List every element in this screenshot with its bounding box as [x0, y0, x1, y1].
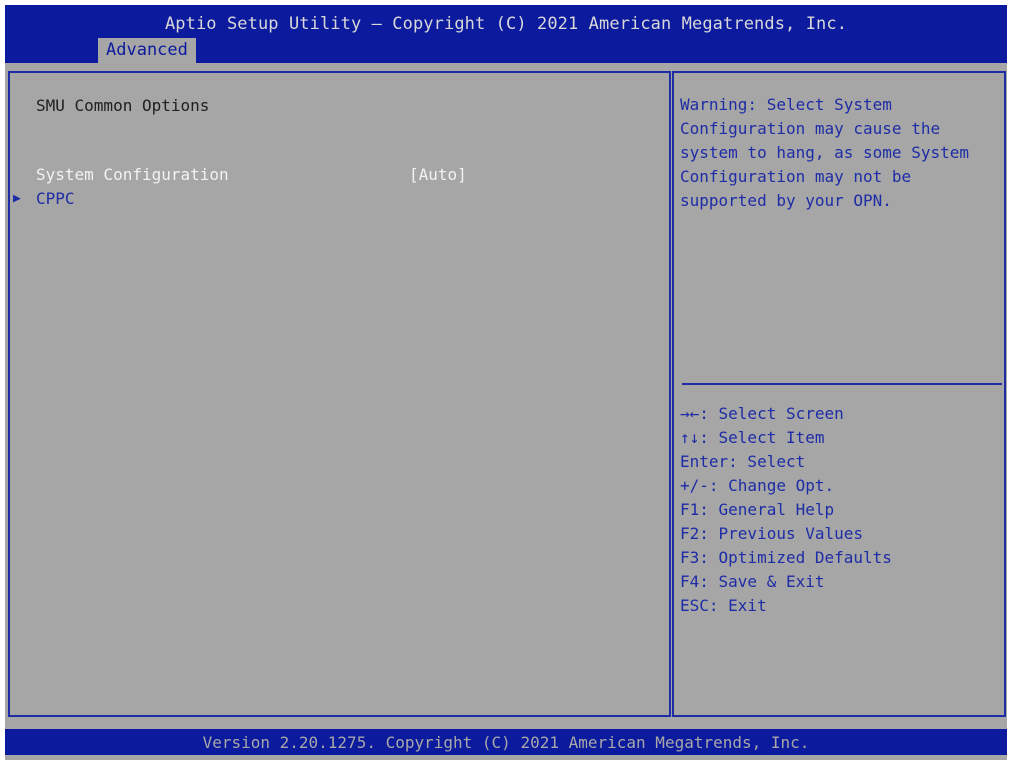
- key-hint-change-opt: +/-: Change Opt.: [680, 476, 835, 495]
- tab-advanced[interactable]: Advanced: [98, 38, 196, 63]
- help-line: supported by your OPN.: [680, 191, 892, 210]
- footer-bar: Version 2.20.1275. Copyright (C) 2021 Am…: [5, 729, 1007, 755]
- help-panel: Warning: Select System Configuration may…: [672, 71, 1006, 717]
- key-hint-select-item: ↑↓: Select Item: [680, 428, 825, 447]
- version-text: Version 2.20.1275. Copyright (C) 2021 Am…: [202, 733, 810, 752]
- help-line: Configuration may not be: [680, 167, 912, 186]
- submenu-label: CPPC: [36, 189, 75, 208]
- main-options-panel: SMU Common Options System Configuration …: [8, 71, 671, 717]
- option-value[interactable]: [Auto]: [409, 164, 467, 186]
- key-hint-f4: F4: Save & Exit: [680, 572, 825, 591]
- help-line: Warning: Select System: [680, 95, 892, 114]
- section-title: SMU Common Options: [36, 96, 210, 115]
- option-label: System Configuration: [36, 165, 229, 184]
- key-hint-select-screen: →←: Select Screen: [680, 404, 844, 423]
- submenu-arrow-icon: ▶: [13, 191, 21, 206]
- key-hint-f2: F2: Previous Values: [680, 524, 864, 543]
- help-divider: [682, 383, 1002, 385]
- help-line: Configuration may cause the: [680, 119, 941, 138]
- help-text: Warning: Select System Configuration may…: [680, 93, 1000, 213]
- key-hint-f3: F3: Optimized Defaults: [680, 548, 892, 567]
- app-title: Aptio Setup Utility – Copyright (C) 2021…: [164, 14, 848, 34]
- submenu-row-cppc[interactable]: ▶ CPPC: [10, 188, 665, 210]
- option-row-system-configuration[interactable]: System Configuration [Auto]: [10, 164, 665, 186]
- key-hint-f1: F1: General Help: [680, 500, 835, 519]
- title-bar: Aptio Setup Utility – Copyright (C) 2021…: [5, 5, 1007, 63]
- key-legend: →←: Select Screen ↑↓: Select Item Enter:…: [680, 402, 1000, 618]
- bios-screen: Aptio Setup Utility – Copyright (C) 2021…: [5, 5, 1007, 760]
- key-hint-enter: Enter: Select: [680, 452, 806, 471]
- key-hint-esc: ESC: Exit: [680, 596, 767, 615]
- help-line: system to hang, as some System: [680, 143, 969, 162]
